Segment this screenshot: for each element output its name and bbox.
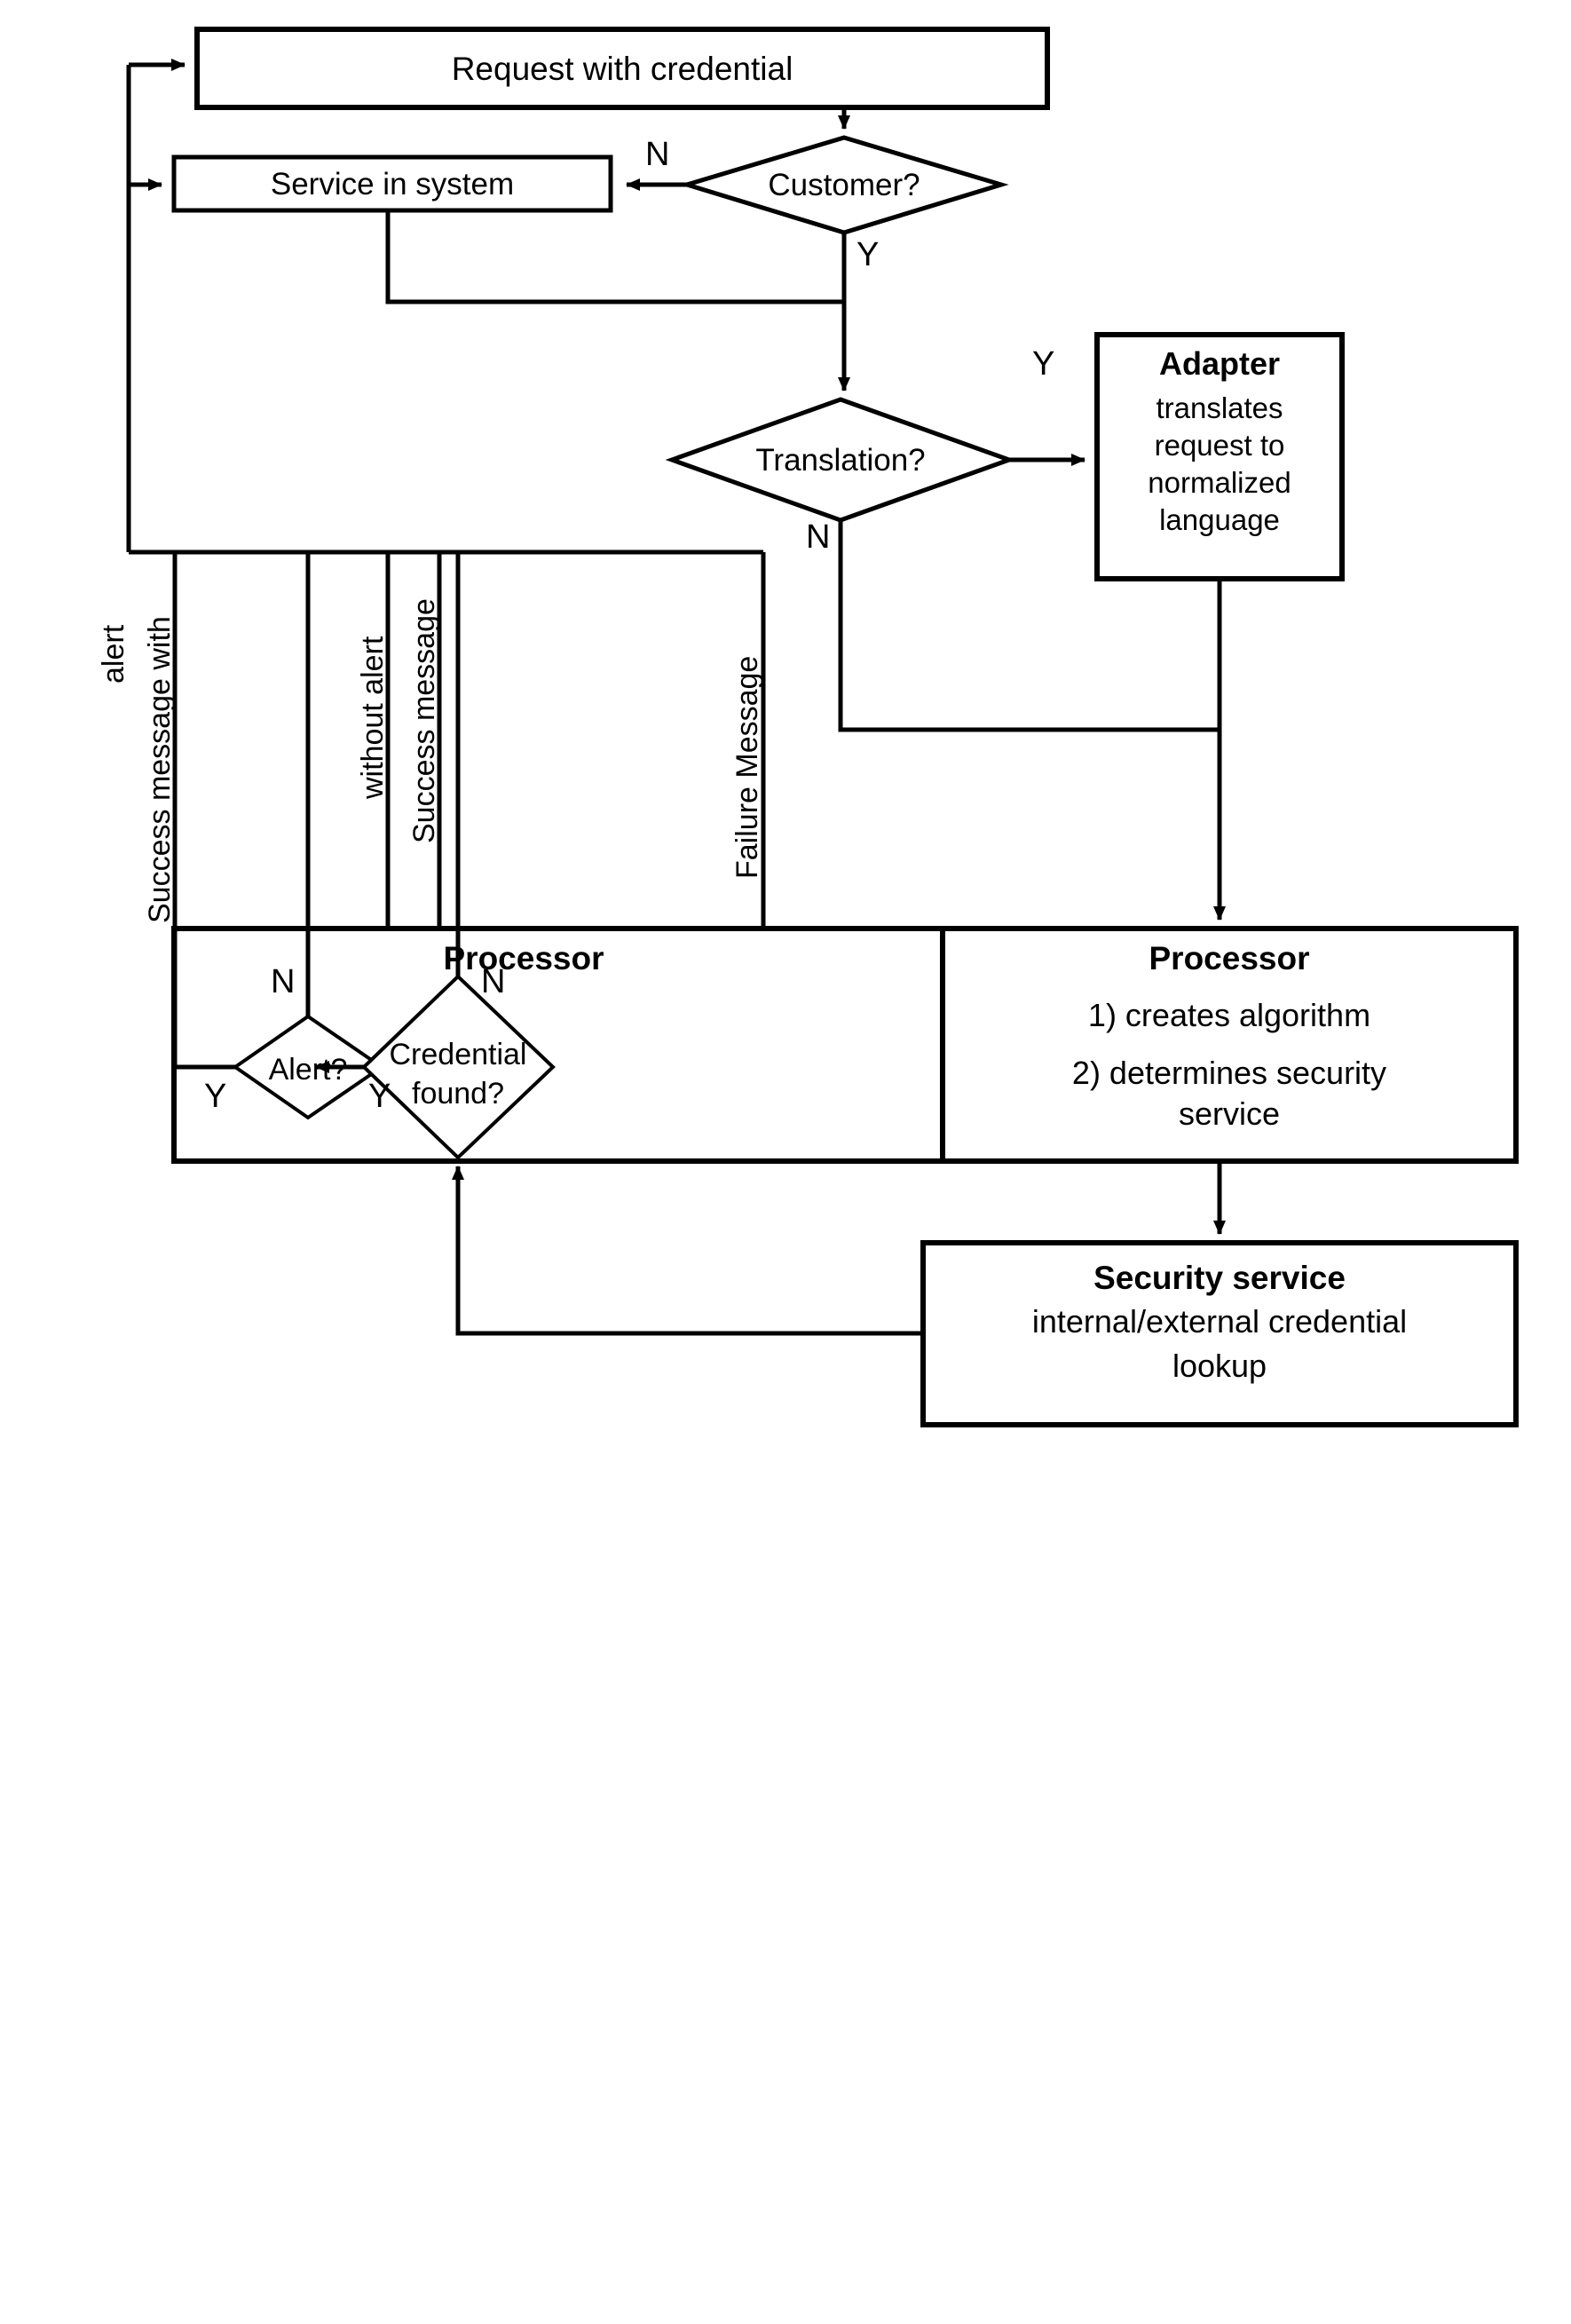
edge-label-translation-no: N	[806, 518, 831, 556]
security-service-line-2: lookup	[1172, 1348, 1267, 1384]
edge-label-alert-yes: Y	[204, 1078, 227, 1115]
flow-label-success-message: Success message	[407, 598, 441, 843]
processor-right-line-2: 2) determines security	[1071, 1055, 1387, 1091]
processor-right-line-1: 1) creates algorithm	[1087, 997, 1371, 1033]
credential-found-line-1: Credential	[389, 1038, 527, 1071]
edge-security-to-credential	[452, 1166, 923, 1336]
adapter-line-2: request to	[1154, 429, 1285, 462]
flow-label-success-with-alert: Success message with	[143, 616, 177, 923]
security-service-title: Security service	[1093, 1260, 1346, 1296]
edge-label-translation-yes: Y	[1032, 345, 1055, 383]
edge-label-credential-no: N	[481, 963, 506, 1000]
translation-diamond-label: Translation?	[755, 443, 926, 478]
edge-label-alert-no: N	[271, 963, 296, 1000]
processor-left-title: Processor	[443, 940, 604, 976]
request-box-label: Request with credential	[451, 51, 793, 87]
adapter-title: Adapter	[1158, 345, 1281, 382]
alert-diamond-label: Alert?	[268, 1053, 348, 1087]
credential-found-line-2: found?	[412, 1077, 504, 1111]
edge-label-customer-no: N	[645, 136, 670, 173]
flow-label-failure-message: Failure Message	[730, 655, 764, 879]
flowchart-canvas: Request with credential Service in syste…	[0, 0, 1571, 2324]
edge-label-customer-yes: Y	[857, 236, 880, 273]
processor-right-line-3: service	[1178, 1095, 1281, 1132]
edge-label-credential-yes: Y	[368, 1078, 391, 1115]
adapter-line-1: translates	[1156, 391, 1283, 424]
adapter-line-4: language	[1159, 503, 1280, 536]
edge-service-to-translation	[385, 210, 844, 304]
customer-diamond-label: Customer?	[768, 168, 920, 202]
processor-right-title: Processor	[1149, 940, 1310, 976]
adapter-line-3: normalized	[1148, 466, 1291, 499]
flow-label-without-alert: without alert	[356, 636, 390, 799]
security-service-line-1: internal/external credential	[1031, 1303, 1408, 1340]
flow-label-alert-tail: alert	[97, 624, 130, 684]
service-in-system-label: Service in system	[270, 167, 515, 202]
